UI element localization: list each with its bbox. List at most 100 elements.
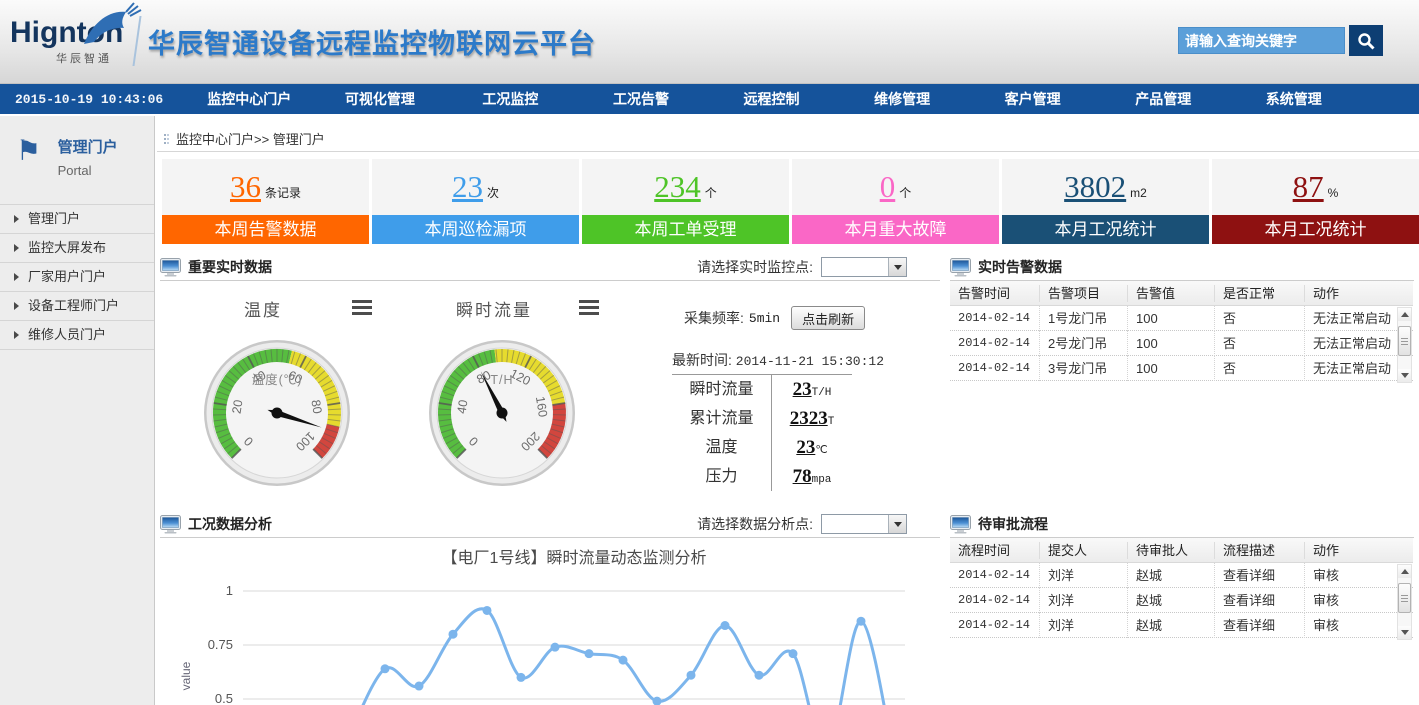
- analysis-section-header: 工况数据分析 请选择数据分析点:: [160, 511, 940, 538]
- view-detail-link[interactable]: 查看详细: [1215, 563, 1305, 588]
- flag-icon: ⚑: [16, 136, 41, 166]
- monitor-icon: [160, 258, 181, 277]
- breadcrumb-divider: [157, 151, 1419, 152]
- stat-card-weekly-workorders[interactable]: 234个 本周工单受理: [582, 159, 789, 244]
- refresh-button[interactable]: 点击刷新: [791, 306, 865, 330]
- scroll-down-icon[interactable]: [1398, 369, 1411, 382]
- scrollbar-thumb[interactable]: [1398, 326, 1411, 356]
- table-row: 2014-02-14 2号龙门吊 100 否 无法正常启动: [950, 331, 1413, 356]
- stat-unit: 次: [487, 186, 499, 200]
- stat-value: 23: [452, 169, 483, 204]
- alarm-table-scrollbar[interactable]: [1397, 307, 1412, 383]
- sidebar-item-factory-portal[interactable]: 厂家用户门户: [0, 263, 154, 292]
- nav-item-visualization[interactable]: 可视化管理: [315, 84, 446, 114]
- nav-item-monitor-center[interactable]: 监控中心门户: [184, 84, 315, 114]
- reading-unit: T/H: [812, 387, 832, 399]
- portal-title: 管理门户: [58, 136, 118, 157]
- svg-text:【电厂1号线】瞬时流量动态监测分析: 【电厂1号线】瞬时流量动态监测分析: [442, 549, 707, 567]
- view-detail-link[interactable]: 查看详细: [1215, 613, 1305, 638]
- column-header: 告警项目: [1040, 285, 1128, 302]
- nav-item-maintenance[interactable]: 维修管理: [837, 84, 968, 114]
- table-row: 2014-02-14 1号龙门吊 100 否 无法正常启动: [950, 306, 1413, 331]
- reading-label: 瞬时流量: [672, 375, 772, 404]
- scroll-down-icon[interactable]: [1398, 626, 1411, 639]
- stat-value: 0: [880, 169, 896, 204]
- chevron-down-icon[interactable]: [888, 515, 906, 533]
- svg-text:1: 1: [226, 583, 233, 598]
- svg-text:value: value: [179, 661, 193, 690]
- scroll-up-icon[interactable]: [1398, 308, 1411, 321]
- scrollbar-thumb[interactable]: [1398, 583, 1411, 613]
- column-header: 是否正常: [1215, 285, 1305, 302]
- breadcrumb[interactable]: 监控中心门户>> 管理门户: [164, 129, 325, 148]
- column-header: 告警值: [1128, 285, 1215, 302]
- sidebar: ⚑ 管理门户 Portal 管理门户 监控大屏发布 厂家用户门户 设备工程师门户…: [0, 116, 155, 705]
- breadcrumb-icon: [164, 134, 166, 136]
- stat-unit: 条记录: [265, 186, 301, 200]
- section-title: 待审批流程: [978, 514, 1048, 534]
- chart-menu-icon[interactable]: [352, 300, 372, 315]
- table-cell: 2014-02-14: [950, 306, 1040, 331]
- stat-card-weekly-inspection[interactable]: 23次 本周巡检漏项: [372, 159, 579, 244]
- nav-item-customer[interactable]: 客户管理: [967, 84, 1098, 114]
- stat-card-monthly-failures[interactable]: 0个 本月重大故障: [792, 159, 999, 244]
- select-value: [822, 258, 888, 276]
- scroll-up-icon[interactable]: [1398, 565, 1411, 578]
- column-header: 提交人: [1040, 542, 1128, 559]
- monitor-point-select-label: 请选择实时监控点:: [697, 257, 813, 277]
- table-cell: 否: [1215, 306, 1305, 331]
- approval-table-scrollbar[interactable]: [1397, 564, 1412, 640]
- chart-menu-icon[interactable]: [579, 300, 599, 315]
- reading-unit: ℃: [815, 445, 827, 457]
- nav-item-system[interactable]: 系统管理: [1229, 84, 1360, 114]
- stat-card-weekly-alarms[interactable]: 36条记录 本周告警数据: [162, 159, 369, 244]
- stat-value: 36: [230, 169, 261, 204]
- table-row: 2014-02-14 3号龙门吊 100 否 无法正常启动: [950, 356, 1413, 381]
- column-header: 流程时间: [950, 542, 1040, 559]
- alarm-table: 告警时间 告警项目 告警值 是否正常 动作 2014-02-14 1号龙门吊 1…: [950, 281, 1413, 381]
- monitor-icon: [950, 258, 971, 277]
- nav-item-product[interactable]: 产品管理: [1098, 84, 1229, 114]
- sidebar-item-portal[interactable]: 管理门户: [0, 205, 154, 234]
- table-row: 2014-02-14 刘洋 赵城 查看详细 审核: [950, 588, 1413, 613]
- select-value: [822, 515, 888, 533]
- app: Hignton 华辰智通 华辰智通设备远程监控物联网云平台 2015-10-19…: [0, 0, 1419, 705]
- gauge-temperature: 020406080100温度(℃): [202, 338, 352, 488]
- table-cell: 赵城: [1128, 588, 1215, 613]
- approval-table: 流程时间 提交人 待审批人 流程描述 动作 2014-02-14 刘洋 赵城 查…: [950, 538, 1413, 638]
- sidebar-item-engineer-portal[interactable]: 设备工程师门户: [0, 292, 154, 321]
- section-title: 实时告警数据: [978, 257, 1062, 277]
- search-input[interactable]: [1178, 27, 1345, 54]
- stat-card-monthly-condition-pct[interactable]: 87% 本月工况统计: [1212, 159, 1419, 244]
- chevron-down-icon[interactable]: [888, 258, 906, 276]
- nav-items: 监控中心门户 可视化管理 工况监控 工况告警 远程控制 维修管理 客户管理 产品…: [184, 84, 1359, 114]
- stat-unit: 个: [899, 186, 911, 200]
- search-button[interactable]: [1349, 25, 1383, 56]
- section-title: 重要实时数据: [188, 257, 272, 277]
- stat-unit: %: [1328, 186, 1339, 200]
- nav-item-condition-monitor[interactable]: 工况监控: [445, 84, 576, 114]
- frequency-row: 采集频率: 5min 点击刷新: [684, 306, 865, 330]
- reading-row: 累计流量 2323T: [672, 404, 852, 433]
- latest-time: 2014-11-21 15:30:12: [736, 354, 884, 369]
- stat-card-monthly-condition-area[interactable]: 3802m2 本月工况统计: [1002, 159, 1209, 244]
- column-header: 流程描述: [1215, 542, 1305, 559]
- logo-subtext: 华辰智通: [56, 50, 140, 66]
- nav-item-condition-alarm[interactable]: 工况告警: [576, 84, 707, 114]
- table-cell: 100: [1128, 306, 1215, 331]
- sidebar-item-screen-publish[interactable]: 监控大屏发布: [0, 234, 154, 263]
- table-cell: 2号龙门吊: [1040, 331, 1128, 356]
- monitor-icon: [160, 515, 181, 534]
- sidebar-item-maintainer-portal[interactable]: 维修人员门户: [0, 321, 154, 350]
- nav-item-remote-control[interactable]: 远程控制: [706, 84, 837, 114]
- stat-cards: 36条记录 本周告警数据 23次 本周巡检漏项 234个 本周工单受理 0个 本…: [162, 159, 1419, 244]
- monitor-point-select[interactable]: [821, 257, 907, 277]
- table-row: 2014-02-14 刘洋 赵城 查看详细 审核: [950, 613, 1413, 638]
- table-cell: 2014-02-14: [950, 613, 1040, 638]
- reading-value: 78: [793, 466, 812, 487]
- column-header: 动作: [1305, 285, 1413, 302]
- view-detail-link[interactable]: 查看详细: [1215, 588, 1305, 613]
- table-cell: 3号龙门吊: [1040, 356, 1128, 381]
- latest-time-row: 最新时间: 2014-11-21 15:30:12: [672, 350, 884, 370]
- analysis-point-select[interactable]: [821, 514, 907, 534]
